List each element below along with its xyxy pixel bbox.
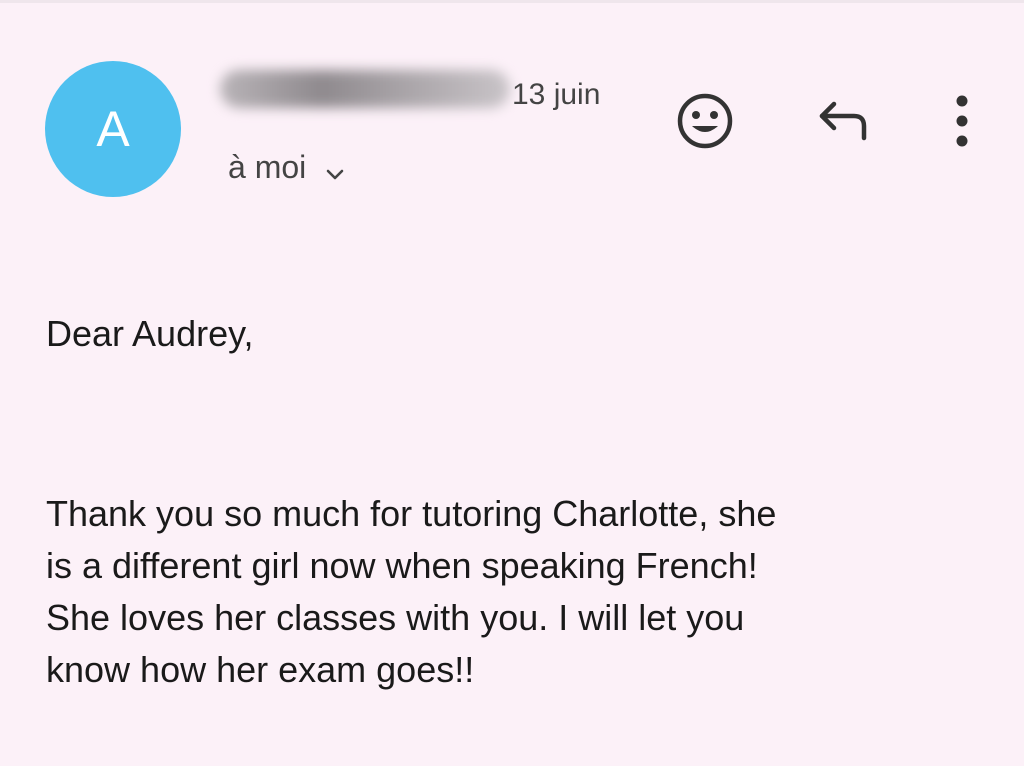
sender-name-redacted[interactable] [220,70,510,108]
avatar-letter: A [96,101,130,157]
email-body-line: She loves her classes with you. I will l… [46,597,745,638]
recipient-details-toggle[interactable]: à moi [228,147,346,187]
top-divider [0,0,1024,3]
add-reaction-button[interactable] [674,90,736,152]
email-date: 13 juin [512,78,601,111]
more-vertical-icon [956,95,968,147]
reply-icon [819,101,867,141]
reply-button[interactable] [812,96,872,146]
chevron-down-icon [324,156,346,180]
sender-avatar[interactable]: A [45,61,181,197]
email-body-line: is a different girl now when speaking Fr… [46,545,758,586]
recipient-label: à moi [228,148,307,185]
email-body-line: Thank you so much for tutoring Charlotte… [46,493,777,534]
email-greeting: Dear Audrey, [46,313,254,354]
email-body: Thank you so much for tutoring Charlotte… [46,488,986,696]
more-options-button[interactable] [944,92,980,150]
email-body-line: know how her exam goes!! [46,649,475,690]
add-reaction-icon [677,93,733,149]
